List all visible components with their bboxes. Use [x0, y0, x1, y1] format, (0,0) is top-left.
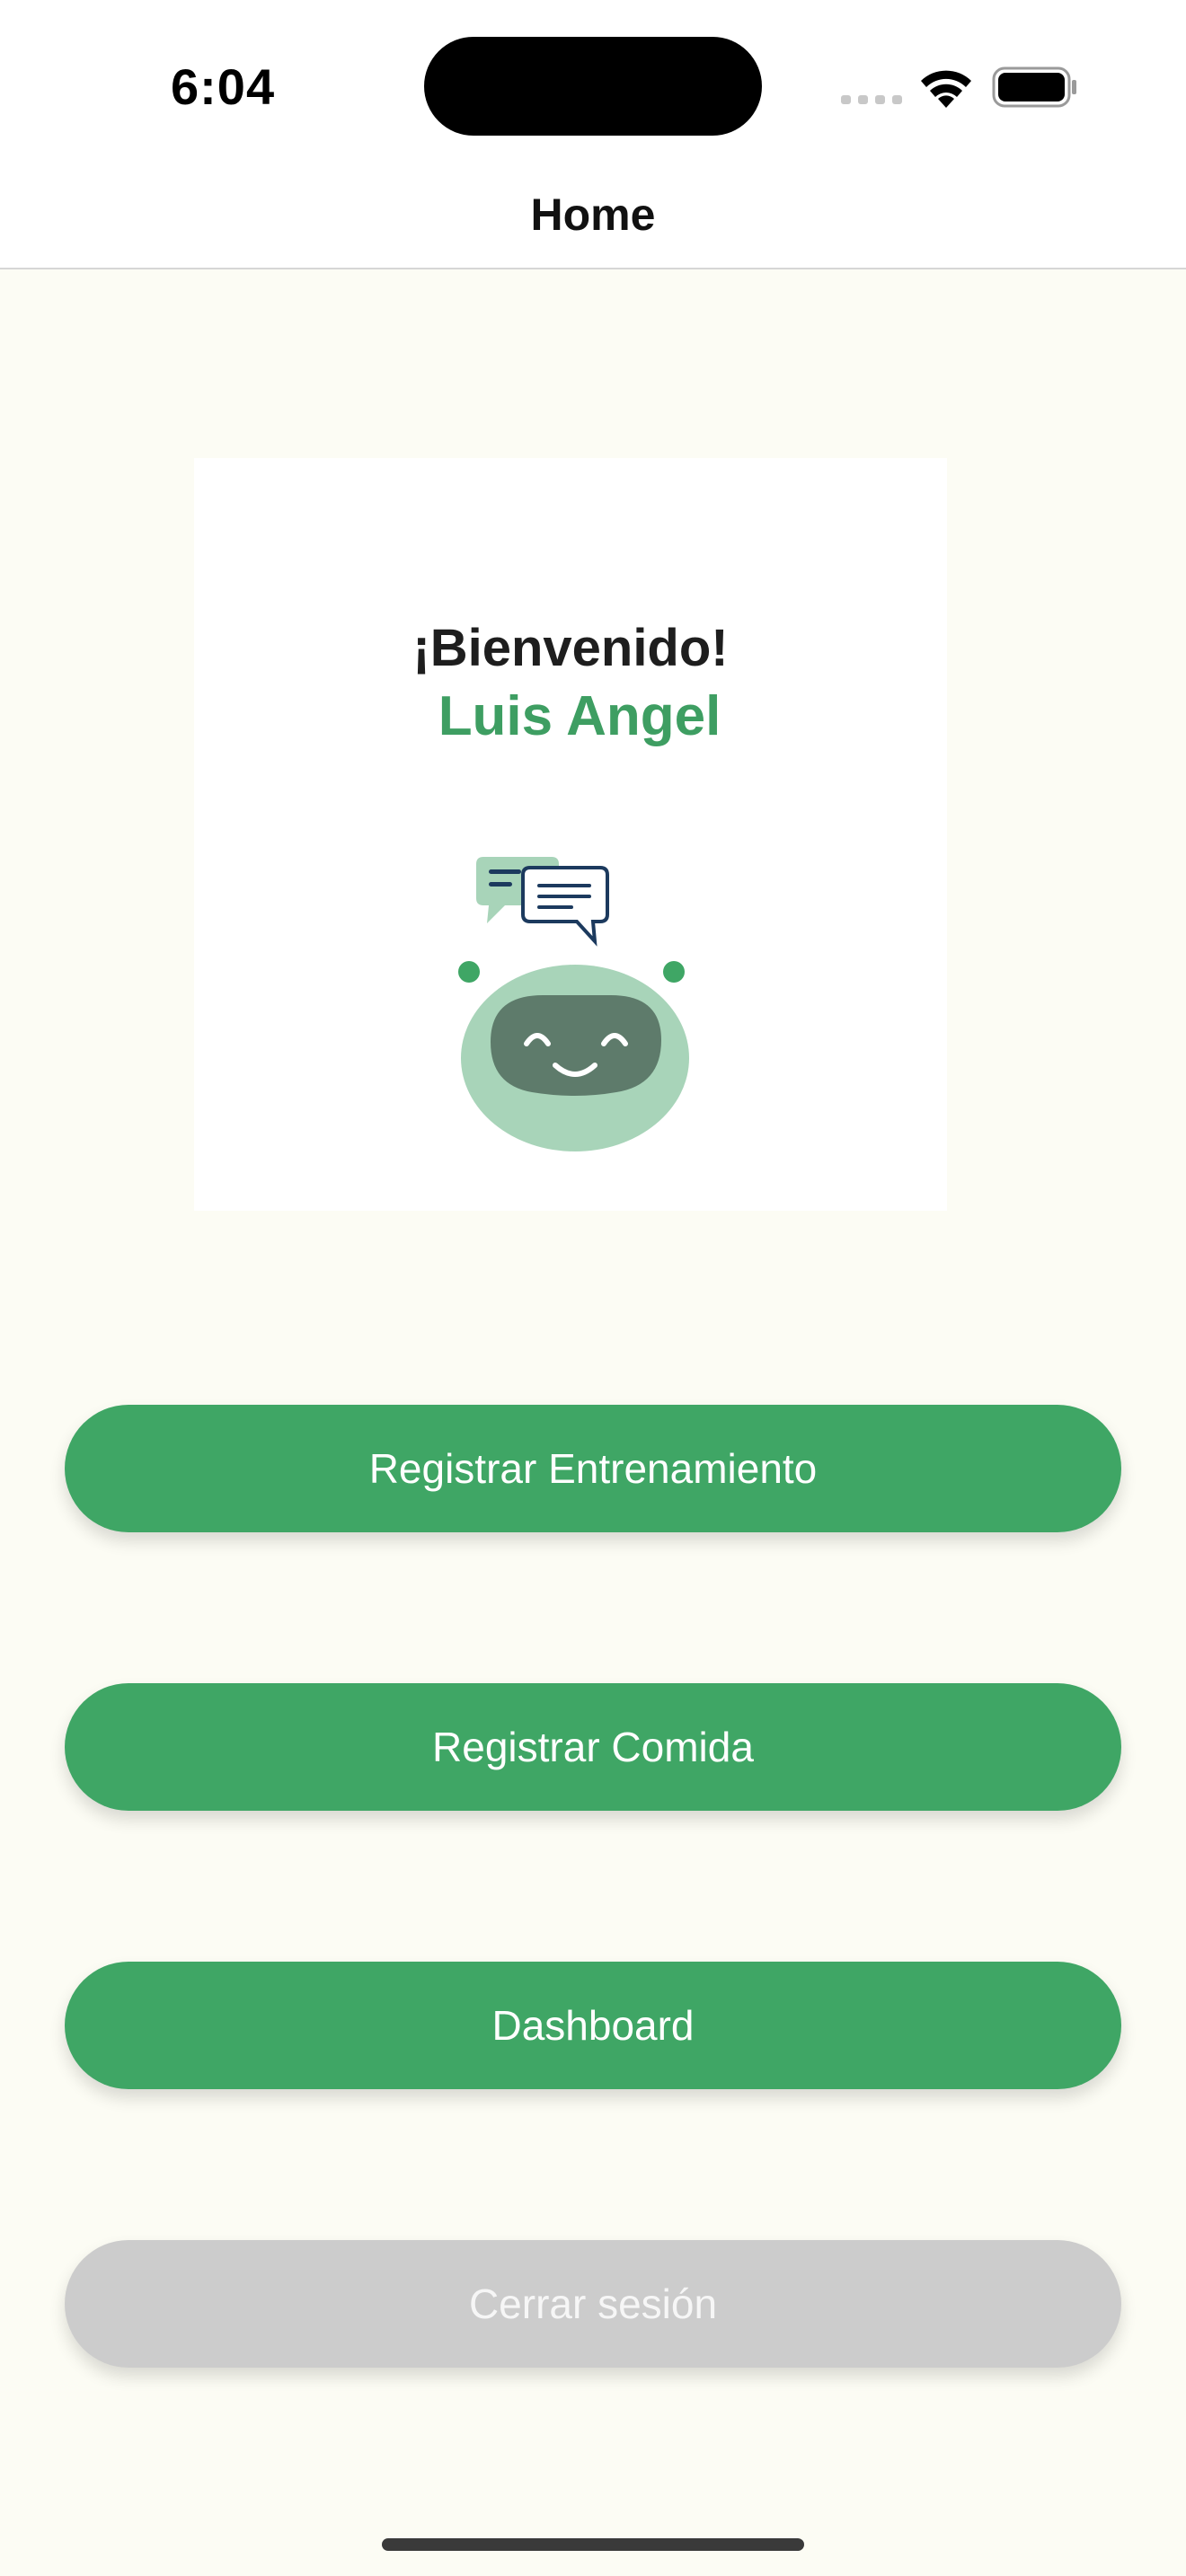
page-title: Home — [530, 190, 656, 240]
user-name: Luis Angel — [438, 685, 721, 747]
register-meal-button[interactable]: Registrar Comida — [65, 1683, 1121, 1811]
logout-button[interactable]: Cerrar sesión — [65, 2240, 1121, 2368]
register-training-button[interactable]: Registrar Entrenamiento — [65, 1405, 1121, 1532]
home-indicator[interactable] — [382, 2538, 804, 2551]
status-bar: 6:04 — [0, 0, 1186, 171]
status-time: 6:04 — [171, 58, 276, 115]
chatbot-mascot-icon — [458, 857, 689, 1151]
welcome-card: ¡Bienvenido! Luis Angel — [194, 458, 947, 1211]
dashboard-button[interactable]: Dashboard — [65, 1962, 1121, 2089]
navigation-bar: Home — [0, 171, 1186, 269]
wifi-icon — [921, 70, 971, 108]
signal-icon — [841, 95, 902, 104]
battery-icon — [992, 66, 1076, 108]
welcome-greeting: ¡Bienvenido! — [412, 619, 729, 677]
dynamic-island — [424, 37, 762, 136]
